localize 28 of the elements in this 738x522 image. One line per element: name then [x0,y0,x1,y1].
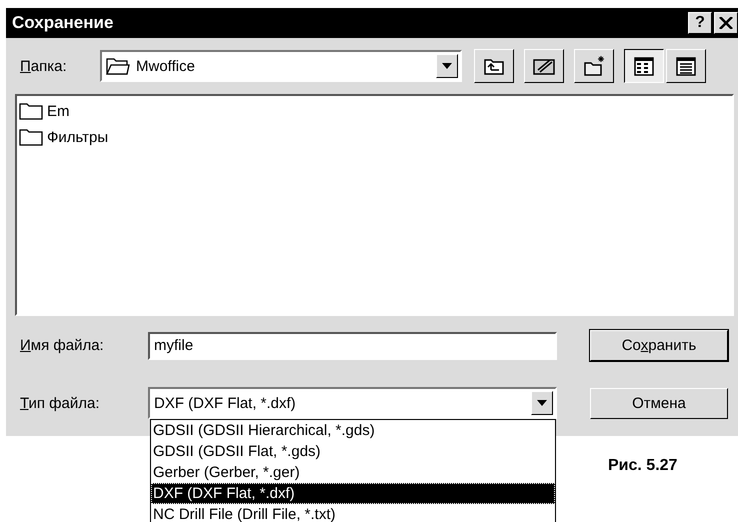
folder-icon [19,128,43,146]
file-type-option[interactable]: DXF (DXF Flat, *.dxf) [151,483,555,504]
dropdown-button[interactable] [436,54,458,78]
file-type-option[interactable]: GDSII (GDSII Hierarchical, *.gds) [151,420,555,441]
open-folder-icon [106,57,130,75]
figure-caption: Рис. 5.27 [608,457,678,475]
file-name-label: Имя файла: [20,337,105,354]
dropdown-button[interactable] [531,391,553,415]
cancel-button[interactable]: Отмена [590,388,728,418]
file-type-option[interactable]: NC Drill File (Drill File, *.txt) [151,504,555,522]
file-type-option[interactable]: Gerber (Gerber, *.ger) [151,462,555,483]
file-name-field[interactable]: myfile [148,332,557,360]
close-icon [719,17,733,29]
file-type-dropdown[interactable]: DXF (DXF Flat, *.dxf) [148,387,557,419]
close-button[interactable] [714,12,738,34]
toolbar-button[interactable] [624,49,664,83]
file-type-option[interactable]: GDSII (GDSII Flat, *.gds) [151,441,555,462]
help-button[interactable]: ? [688,12,712,34]
down-triangle-icon [442,63,452,69]
folder-item[interactable]: Фильтры [47,128,108,146]
folder-dropdown[interactable]: Mwoffice [100,50,462,82]
folder-label: Папка: [20,58,68,74]
window-title: Сохранение [12,13,114,33]
file-type-label: Тип файла: [20,394,101,412]
folder-item[interactable]: Em [47,102,70,120]
down-triangle-icon [537,400,547,406]
folder-icon [19,102,43,120]
save-button[interactable]: Сохранить [590,330,728,361]
